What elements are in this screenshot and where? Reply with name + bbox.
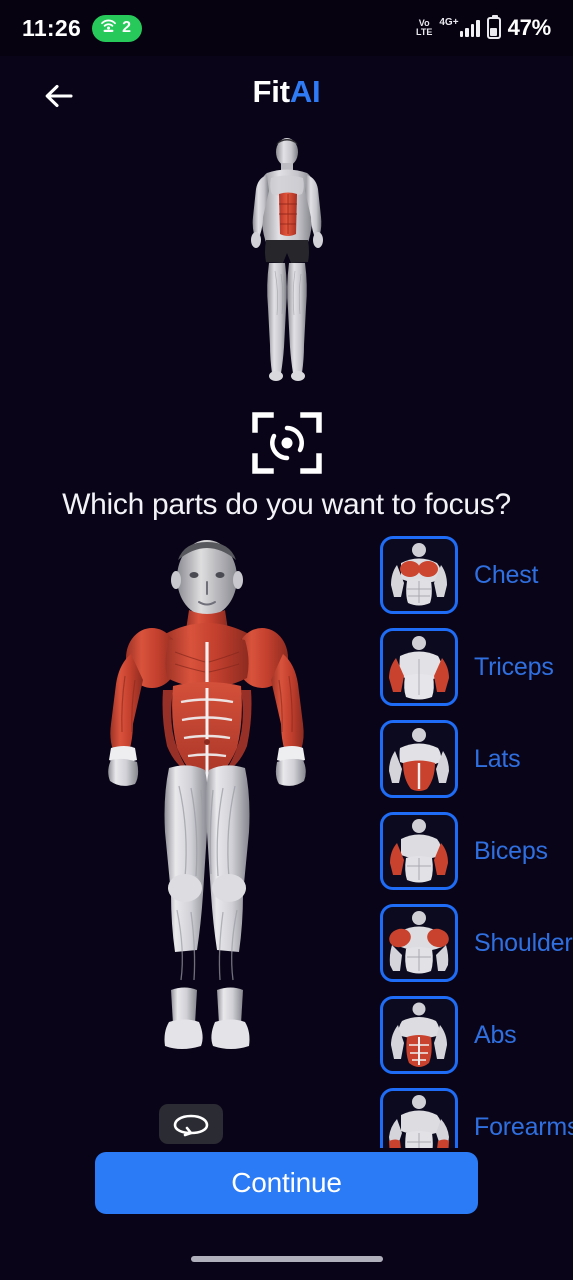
page-title: FitAI bbox=[0, 74, 573, 110]
muscle-item-forearms[interactable]: Forearms bbox=[380, 1088, 573, 1148]
muscle-item-biceps[interactable]: Biceps bbox=[380, 812, 573, 890]
muscle-label-forearms: Forearms bbox=[474, 1112, 573, 1141]
app-title-fit: Fit bbox=[252, 74, 290, 109]
muscle-item-shoulder[interactable]: Shoulder bbox=[380, 904, 573, 982]
muscle-item-chest[interactable]: Chest bbox=[380, 536, 573, 614]
muscle-group-list[interactable]: Chest Triceps Lats Biceps Shoulder Abs F… bbox=[380, 536, 573, 1148]
app-screen: 11:26 2 Vo LTE 4G+ 47% FitAI Which parts… bbox=[0, 0, 573, 1280]
abs-thumbnail[interactable] bbox=[380, 996, 458, 1074]
continue-button[interactable]: Continue bbox=[95, 1152, 478, 1214]
signal-bars-icon: 4G+ bbox=[439, 16, 480, 37]
focus-scan-icon[interactable] bbox=[251, 410, 323, 476]
muscle-label-biceps: Biceps bbox=[474, 836, 548, 865]
muscle-label-shoulder: Shoulder bbox=[474, 928, 573, 957]
volte-line-2: LTE bbox=[416, 27, 433, 37]
muscle-label-lats: Lats bbox=[474, 744, 521, 773]
forearms-thumbnail[interactable] bbox=[380, 1088, 458, 1148]
muscle-item-lats[interactable]: Lats bbox=[380, 720, 573, 798]
wifi-hotspot-icon bbox=[100, 18, 117, 38]
status-time: 11:26 bbox=[22, 14, 82, 41]
muscle-item-triceps[interactable]: Triceps bbox=[380, 628, 573, 706]
home-gesture-bar[interactable] bbox=[190, 1256, 383, 1262]
battery-icon bbox=[486, 15, 501, 39]
anatomy-figure-abs-highlighted bbox=[250, 137, 323, 381]
chest-thumbnail[interactable] bbox=[380, 536, 458, 614]
muscle-item-abs[interactable]: Abs bbox=[380, 996, 573, 1074]
app-title-ai: AI bbox=[289, 74, 321, 109]
lats-thumbnail[interactable] bbox=[380, 720, 458, 798]
muscle-label-abs: Abs bbox=[474, 1020, 517, 1049]
focus-question-heading: Which parts do you want to focus? bbox=[62, 488, 511, 521]
hotspot-badge: 2 bbox=[92, 14, 142, 42]
triceps-thumbnail[interactable] bbox=[380, 628, 458, 706]
status-bar: 11:26 2 Vo LTE 4G+ 47% bbox=[0, 0, 573, 56]
muscle-label-chest: Chest bbox=[474, 560, 539, 589]
battery-percent: 47% bbox=[507, 15, 552, 40]
biceps-thumbnail[interactable] bbox=[380, 812, 458, 890]
hero-anatomy-figure bbox=[0, 128, 573, 393]
status-bar-left: 11:26 2 bbox=[22, 14, 142, 42]
app-bar: FitAI bbox=[0, 56, 573, 138]
network-type-label: 4G+ bbox=[439, 16, 459, 28]
status-bar-right: Vo LTE 4G+ 47% bbox=[416, 15, 551, 41]
shoulder-thumbnail[interactable] bbox=[380, 904, 458, 982]
rotate-360-icon[interactable] bbox=[159, 1104, 223, 1144]
hotspot-count: 2 bbox=[122, 19, 131, 36]
volte-indicator: Vo LTE bbox=[416, 19, 432, 37]
full-body-anatomy-front-view[interactable] bbox=[42, 530, 372, 1110]
muscle-label-triceps: Triceps bbox=[474, 652, 554, 681]
